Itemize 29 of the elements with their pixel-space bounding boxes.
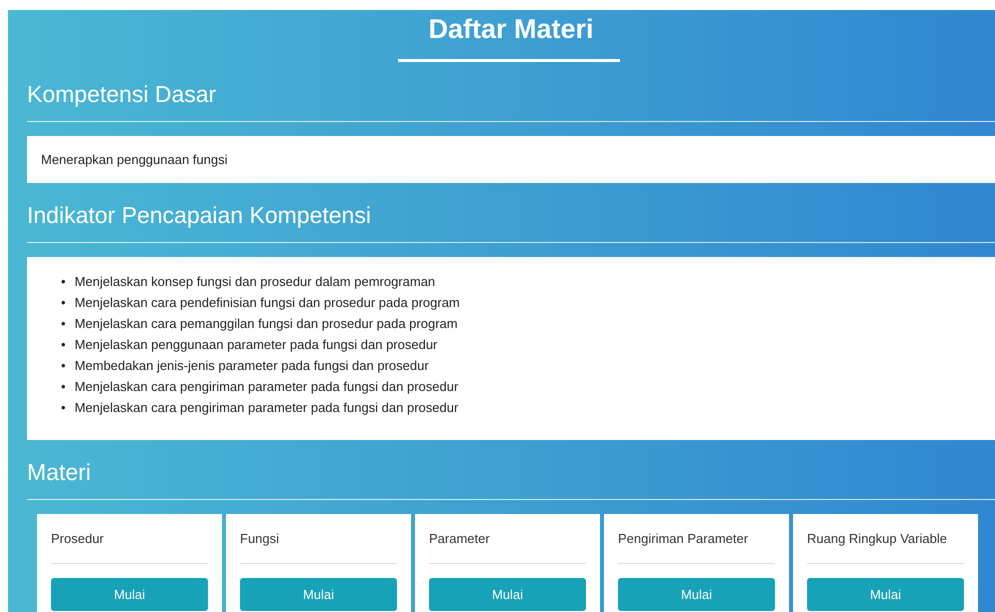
competency-text: Menerapkan penggunaan fungsi [40, 151, 228, 169]
indicator-item: Menjelaskan penggunaan parameter pada fungsi dan prosedur [74, 336, 438, 354]
material-title: Parameter [429, 531, 491, 547]
material-title: Pengiriman Parameter [618, 531, 750, 547]
indicator-item: Menjelaskan konsep fungsi dan prosedur dalam pemrograman [74, 273, 436, 291]
section-heading: Materi [27, 458, 92, 487]
start-button[interactable]: Mulai [240, 578, 397, 611]
section-heading: Indikator Pencapaian Kompetensi [27, 201, 372, 230]
indicator-item: Menjelaskan cara pengiriman parameter pada fungsi dan prosedur [74, 399, 458, 417]
indicator-item: Menjelaskan cara pemanggilan fungsi dan prosedur pada program [74, 315, 458, 333]
bullet: • [61, 315, 66, 333]
indicator-item: Membedakan jenis-jenis parameter pada fungsi dan prosedur [74, 357, 429, 375]
start-button[interactable]: Mulai [618, 578, 775, 611]
section-heading: Kompetensi Dasar [27, 80, 218, 109]
indicator-item: Menjelaskan cara pendefinisian fungsi dan prosedur pada program [74, 294, 460, 312]
start-button[interactable]: Mulai [807, 578, 964, 611]
bullet: • [61, 378, 66, 396]
bullet: • [61, 399, 66, 417]
page-title: Daftar Materi [427, 13, 595, 46]
start-button[interactable]: Mulai [429, 578, 586, 611]
material-title: Prosedur [51, 531, 105, 547]
material-title: Fungsi [240, 531, 280, 547]
bullet: • [61, 357, 66, 375]
indicator-item: Menjelaskan cara pengiriman parameter pada fungsi dan prosedur [74, 378, 458, 396]
start-button[interactable]: Mulai [51, 578, 208, 611]
bullet: • [61, 336, 66, 354]
bullet: • [61, 273, 66, 291]
bullet: • [61, 294, 66, 312]
material-title: Ruang Ringkup Variable [807, 531, 948, 547]
